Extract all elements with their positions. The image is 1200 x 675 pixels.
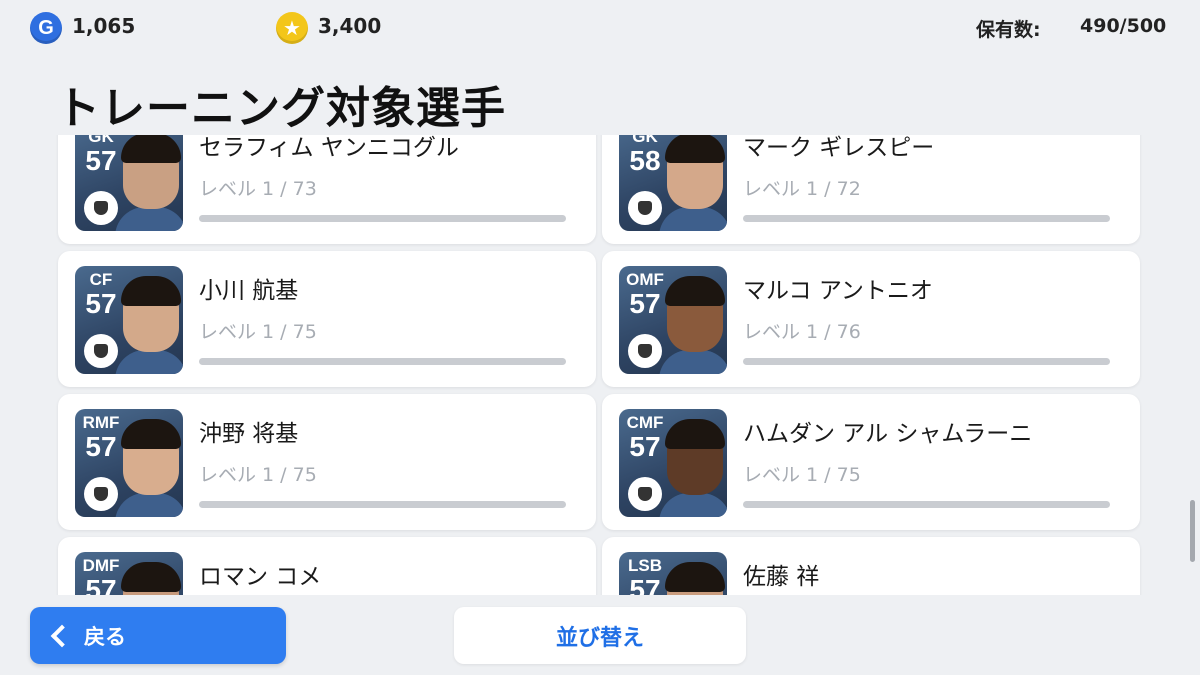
player-position: LSB	[628, 556, 662, 575]
player-card[interactable]: OMF 57 マルコ アントニオ レベル 1 / 76	[602, 251, 1140, 387]
player-rating: 57	[85, 288, 117, 319]
club-emblem-icon	[84, 477, 118, 511]
level-progress-bar	[743, 358, 1110, 365]
player-level: レベル 1 / 75	[199, 464, 317, 486]
player-rating: 57	[629, 288, 661, 319]
player-kit	[659, 493, 727, 517]
player-kit	[115, 493, 183, 517]
player-thumbnail: GK 58	[619, 135, 727, 231]
player-card[interactable]: DMF 57 ロマン コメ	[58, 537, 596, 595]
player-hair	[121, 135, 181, 163]
player-position: CMF	[626, 413, 664, 432]
player-level: レベル 1 / 73	[199, 178, 317, 200]
club-emblem-icon	[628, 334, 662, 368]
player-position: DMF	[82, 556, 120, 575]
player-level: レベル 1 / 75	[743, 464, 861, 486]
level-progress-bar	[199, 501, 566, 508]
player-level: レベル 1 / 75	[199, 321, 317, 343]
player-card[interactable]: CF 57 小川 航基 レベル 1 / 75	[58, 251, 596, 387]
player-name: ハムダン アル シャムラーニ	[743, 421, 1033, 447]
player-thumbnail: LSB 57	[619, 552, 727, 595]
player-card[interactable]: LSB 57 佐藤 祥	[602, 537, 1140, 595]
player-name: マーク ギレスピー	[743, 135, 935, 161]
club-emblem-icon	[628, 191, 662, 225]
coin-balance: 3,400	[318, 14, 382, 38]
sort-button[interactable]: 並び替え	[454, 607, 746, 664]
club-emblem-icon	[84, 191, 118, 225]
player-thumbnail: RMF 57	[75, 409, 183, 517]
player-thumbnail: CMF 57	[619, 409, 727, 517]
club-emblem-icon	[628, 477, 662, 511]
player-card[interactable]: RMF 57 沖野 将基 レベル 1 / 75	[58, 394, 596, 530]
player-card[interactable]: CMF 57 ハムダン アル シャムラーニ レベル 1 / 75	[602, 394, 1140, 530]
player-rating: 57	[629, 431, 661, 462]
player-thumbnail: OMF 57	[619, 266, 727, 374]
back-button[interactable]: 戻る	[30, 607, 286, 664]
player-name: 沖野 将基	[199, 421, 299, 447]
gp-balance: 1,065	[72, 14, 136, 38]
player-hair	[121, 419, 181, 449]
player-card[interactable]: GK 57 セラフィム ヤンニコグル レベル 1 / 73	[58, 135, 596, 244]
player-rating: 57	[85, 574, 117, 595]
player-position: OMF	[626, 270, 664, 289]
player-thumbnail: GK 57	[75, 135, 183, 231]
club-emblem-icon	[84, 334, 118, 368]
level-progress-bar	[743, 215, 1110, 222]
player-name: マルコ アントニオ	[743, 278, 933, 304]
player-level: レベル 1 / 76	[743, 321, 861, 343]
level-progress-bar	[199, 358, 566, 365]
player-hair	[665, 562, 725, 592]
owned-count-label: 保有数:	[976, 19, 1041, 41]
footer-bar: 戻る 並び替え	[0, 595, 1200, 675]
owned-count-value: 490/500	[1080, 15, 1167, 37]
player-kit	[659, 207, 727, 231]
player-level: レベル 1 / 72	[743, 178, 861, 200]
player-name: セラフィム ヤンニコグル	[199, 135, 459, 161]
player-thumbnail: DMF 57	[75, 552, 183, 595]
player-name: 佐藤 祥	[743, 564, 820, 590]
player-hair	[121, 562, 181, 592]
player-hair	[665, 135, 725, 163]
gp-icon: G	[30, 12, 62, 44]
player-name: 小川 航基	[199, 278, 299, 304]
player-hair	[665, 419, 725, 449]
player-hair	[665, 276, 725, 306]
player-thumbnail: CF 57	[75, 266, 183, 374]
player-card[interactable]: GK 58 マーク ギレスピー レベル 1 / 72	[602, 135, 1140, 244]
player-rating: 57	[85, 431, 117, 462]
player-kit	[115, 207, 183, 231]
chevron-left-icon	[50, 624, 74, 647]
player-position: CF	[89, 270, 113, 289]
player-position: RMF	[82, 413, 120, 432]
page-title: トレーニング対象選手	[56, 83, 506, 134]
player-hair	[121, 276, 181, 306]
sort-button-label: 並び替え	[555, 625, 644, 651]
player-rating: 57	[85, 145, 117, 176]
player-kit	[659, 350, 727, 374]
player-name: ロマン コメ	[199, 564, 322, 590]
status-bar: G 1,065 ★ 3,400 保有数: 490/500	[0, 0, 1200, 60]
player-rating: 58	[629, 145, 661, 176]
level-progress-bar	[743, 501, 1110, 508]
player-list[interactable]: GK 57 セラフィム ヤンニコグル レベル 1 / 73 GK 58 マーク …	[0, 135, 1200, 595]
scrollbar-thumb[interactable]	[1190, 500, 1195, 562]
level-progress-bar	[199, 215, 566, 222]
player-kit	[115, 350, 183, 374]
back-button-label: 戻る	[84, 624, 126, 649]
player-rating: 57	[629, 574, 661, 595]
coin-icon: ★	[276, 12, 308, 44]
